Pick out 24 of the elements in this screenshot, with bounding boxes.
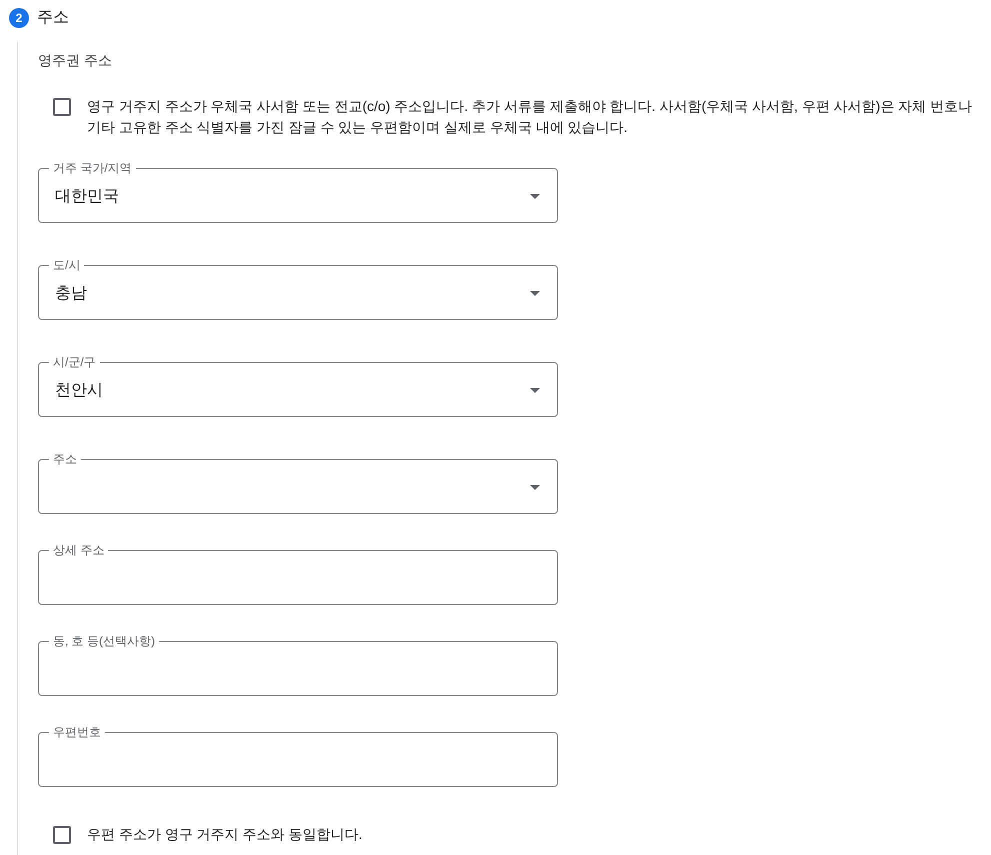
text-field[interactable]: 동, 호 등(선택사항) xyxy=(38,633,558,696)
checkbox-label: 영구 거주지 주소가 우체국 사서함 또는 전교(c/o) 주소입니다. 추가 서류를 제출해야 합니다. 사서함(우체국 사서함, 우편 사서함)은 자체 번호나 기타 고유한 주소 식별자를 가진 잠글 수 있는 우편함이며 실제로 우체국 내에 있습니다. xyxy=(87,97,974,137)
field-label: 상세 주소 xyxy=(52,542,106,558)
caret-icon xyxy=(530,484,540,490)
field-label: 주소 xyxy=(52,451,78,467)
dropdown-field[interactable]: 도/시 충남 xyxy=(38,257,558,320)
field-label: 시/군/구 xyxy=(52,354,97,370)
step-number: 2 xyxy=(9,8,29,28)
text-field[interactable]: 우편번호 xyxy=(38,724,558,787)
dropdown-field[interactable]: 거주 국가/지역 대한민국 xyxy=(38,160,558,223)
caret-icon xyxy=(530,388,540,392)
caret-icon xyxy=(530,194,540,198)
checkbox-label: 우편 주소가 영구 거주지 주소와 동일합니다. xyxy=(87,825,362,844)
subsection-title: 영주권 주소 xyxy=(38,51,112,70)
field-label: 도/시 xyxy=(52,257,82,273)
dropdown-field[interactable]: 시/군/구 천안시 xyxy=(38,354,558,417)
checkbox[interactable] xyxy=(53,826,71,844)
caret-icon xyxy=(530,290,540,296)
text-field[interactable]: 상세 주소 xyxy=(38,542,558,605)
field-label: 거주 국가/지역 xyxy=(52,160,133,176)
checkbox[interactable] xyxy=(53,98,71,116)
field-label: 동, 호 등(선택사항) xyxy=(52,633,156,649)
field-label: 우편번호 xyxy=(52,724,102,740)
step-title: 주소 xyxy=(37,8,69,28)
